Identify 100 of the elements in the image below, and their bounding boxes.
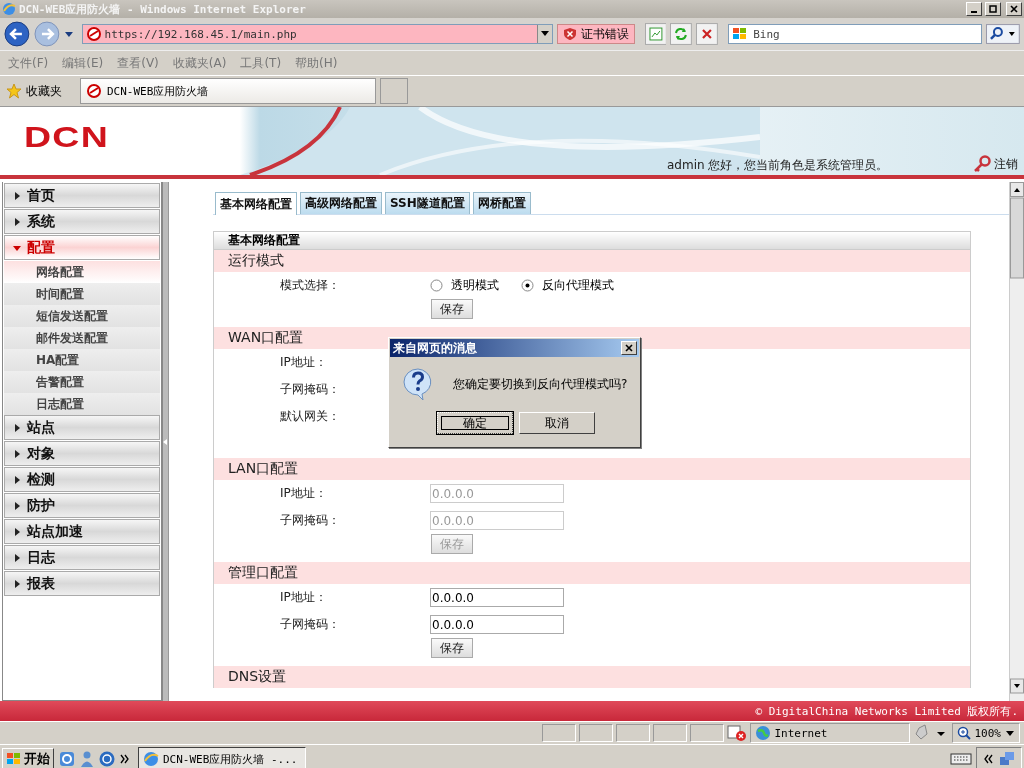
field-label: 模式选择：	[280, 277, 340, 294]
section-heading: 运行模式	[214, 250, 970, 272]
field-label: 子网掩码：	[280, 381, 340, 398]
status-pane	[615, 724, 650, 742]
close-icon	[1010, 5, 1018, 13]
sidebar-item[interactable]: 对象	[4, 441, 160, 466]
sidebar-item[interactable]: 日志	[4, 545, 160, 570]
chevron-icon[interactable]	[983, 754, 993, 764]
section-heading: DNS设置	[214, 666, 970, 688]
submenu-item[interactable]: 时间配置	[4, 283, 160, 305]
dropdown-arrow-icon	[1005, 728, 1015, 738]
logo-text: DCN	[24, 120, 109, 154]
browser-logo-icon	[143, 751, 159, 767]
sidebar-item[interactable]: 站点	[4, 415, 160, 440]
maximize-button[interactable]	[985, 2, 1001, 16]
refresh-button[interactable]	[670, 23, 693, 45]
taskbar-button[interactable]: DCN-WEB应用防火墙 -...	[138, 747, 306, 768]
radio-button[interactable]	[430, 279, 443, 292]
status-pane	[689, 724, 724, 742]
browser-logo-icon	[2, 2, 16, 16]
dropdown-arrow-icon[interactable]	[63, 29, 74, 39]
sidebar-item[interactable]: 检测	[4, 467, 160, 492]
scrollbar[interactable]	[1009, 182, 1024, 701]
save-button[interactable]: 保存	[431, 638, 473, 658]
sidebar-item[interactable]: 系统	[4, 209, 160, 234]
submenu-item[interactable]: HA配置	[4, 349, 160, 371]
submenu-item[interactable]: 日志配置	[4, 393, 160, 415]
close-button[interactable]	[1006, 2, 1022, 16]
sidebar-item[interactable]: 报表	[4, 571, 160, 596]
sidebar-item[interactable]: 防护	[4, 493, 160, 518]
submenu-item[interactable]: 短信发送配置	[4, 305, 160, 327]
blocked-icon	[726, 724, 747, 742]
address-field[interactable]: https://192.168.45.1/main.php	[81, 24, 553, 44]
field-label: 默认网关：	[280, 408, 340, 425]
maximize-icon	[989, 5, 997, 13]
caret-right-icon	[13, 475, 21, 484]
caret-right-icon	[13, 217, 21, 226]
sidebar-item[interactable]: 首页	[4, 183, 160, 208]
search-button[interactable]	[986, 24, 1020, 44]
caret-right-icon	[13, 501, 21, 510]
save-button[interactable]: 保存	[431, 299, 473, 319]
radio-button[interactable]	[521, 279, 534, 292]
start-button[interactable]: 开始	[2, 748, 54, 768]
status-pane	[652, 724, 687, 742]
submenu-item[interactable]: 告警配置	[4, 371, 160, 393]
close-button[interactable]	[621, 341, 637, 355]
dialog-button[interactable]: 取消	[519, 412, 595, 434]
network-icon	[999, 751, 1015, 767]
field-label: 子网掩码：	[280, 512, 340, 529]
app-icon[interactable]	[98, 750, 116, 768]
field-label: 子网掩码：	[280, 616, 340, 633]
caret-right-icon	[13, 553, 21, 562]
sidebar-item[interactable]: 站点加速	[4, 519, 160, 544]
key-icon	[972, 155, 992, 173]
caret-right-icon	[13, 449, 21, 458]
dialog-message: 您确定要切换到反向代理模式吗?	[453, 375, 628, 393]
status-pane	[578, 724, 613, 742]
field-label: IP地址：	[280, 485, 327, 502]
section-heading: 管理口配置	[214, 562, 970, 584]
windows-flag-icon	[732, 27, 749, 41]
close-icon	[625, 344, 633, 352]
favorites-button[interactable]: 收藏夹	[0, 82, 80, 100]
tab[interactable]: 高级网络配置	[300, 192, 382, 214]
caret-right-icon	[13, 527, 21, 536]
greeting-text: admin 您好，您当前角色是系统管理员。	[667, 157, 889, 174]
field-label: IP地址：	[280, 589, 327, 606]
tab[interactable]: 基本网络配置	[215, 192, 297, 215]
window-title: DCN-WEB应用防火墙 - Windows Internet Explorer	[19, 1, 307, 17]
zoom-icon	[956, 726, 971, 740]
globe-icon	[754, 725, 771, 741]
caret-right-icon	[13, 423, 21, 432]
sidebar-item[interactable]: 配置	[4, 235, 160, 260]
dialog-button[interactable]: 确定	[437, 412, 513, 434]
windows-flag-icon	[6, 752, 22, 766]
back-button[interactable]	[4, 21, 30, 47]
status-pane	[541, 724, 576, 742]
chevron-icon[interactable]	[120, 754, 130, 764]
panel-title: 基本网络配置	[214, 232, 970, 250]
tab[interactable]: 网桥配置	[472, 192, 531, 214]
footer-text: © DigitalChina Networks Limited 版权所有.	[0, 701, 1024, 721]
minimize-button[interactable]	[966, 2, 982, 16]
certificate-error-button[interactable]: 证书错误	[556, 24, 635, 44]
option-label: 透明模式	[451, 277, 499, 294]
submenu-item[interactable]: 网络配置	[4, 261, 160, 283]
text-field[interactable]: 0.0.0.0	[430, 588, 564, 607]
stop-button[interactable]	[696, 23, 719, 45]
browser-icon[interactable]	[58, 750, 76, 768]
search-field[interactable]: Bing	[728, 24, 983, 44]
keyboard-icon[interactable]	[950, 752, 972, 766]
field-label: IP地址：	[280, 354, 327, 371]
dropdown-arrow-icon[interactable]	[540, 31, 549, 37]
browser-tab[interactable]: DCN-WEB应用防火墙	[80, 78, 376, 104]
zoom-button[interactable]: 100%	[951, 723, 1020, 743]
submenu-item[interactable]: 邮件发送配置	[4, 327, 160, 349]
star-icon	[6, 83, 22, 99]
text-field[interactable]: 0.0.0.0	[430, 615, 564, 634]
zone-indicator: Internet	[749, 723, 910, 743]
logout-link[interactable]: 注销	[972, 155, 1018, 173]
section-heading: LAN口配置	[214, 458, 970, 480]
tab[interactable]: SSH隧道配置	[385, 192, 470, 214]
